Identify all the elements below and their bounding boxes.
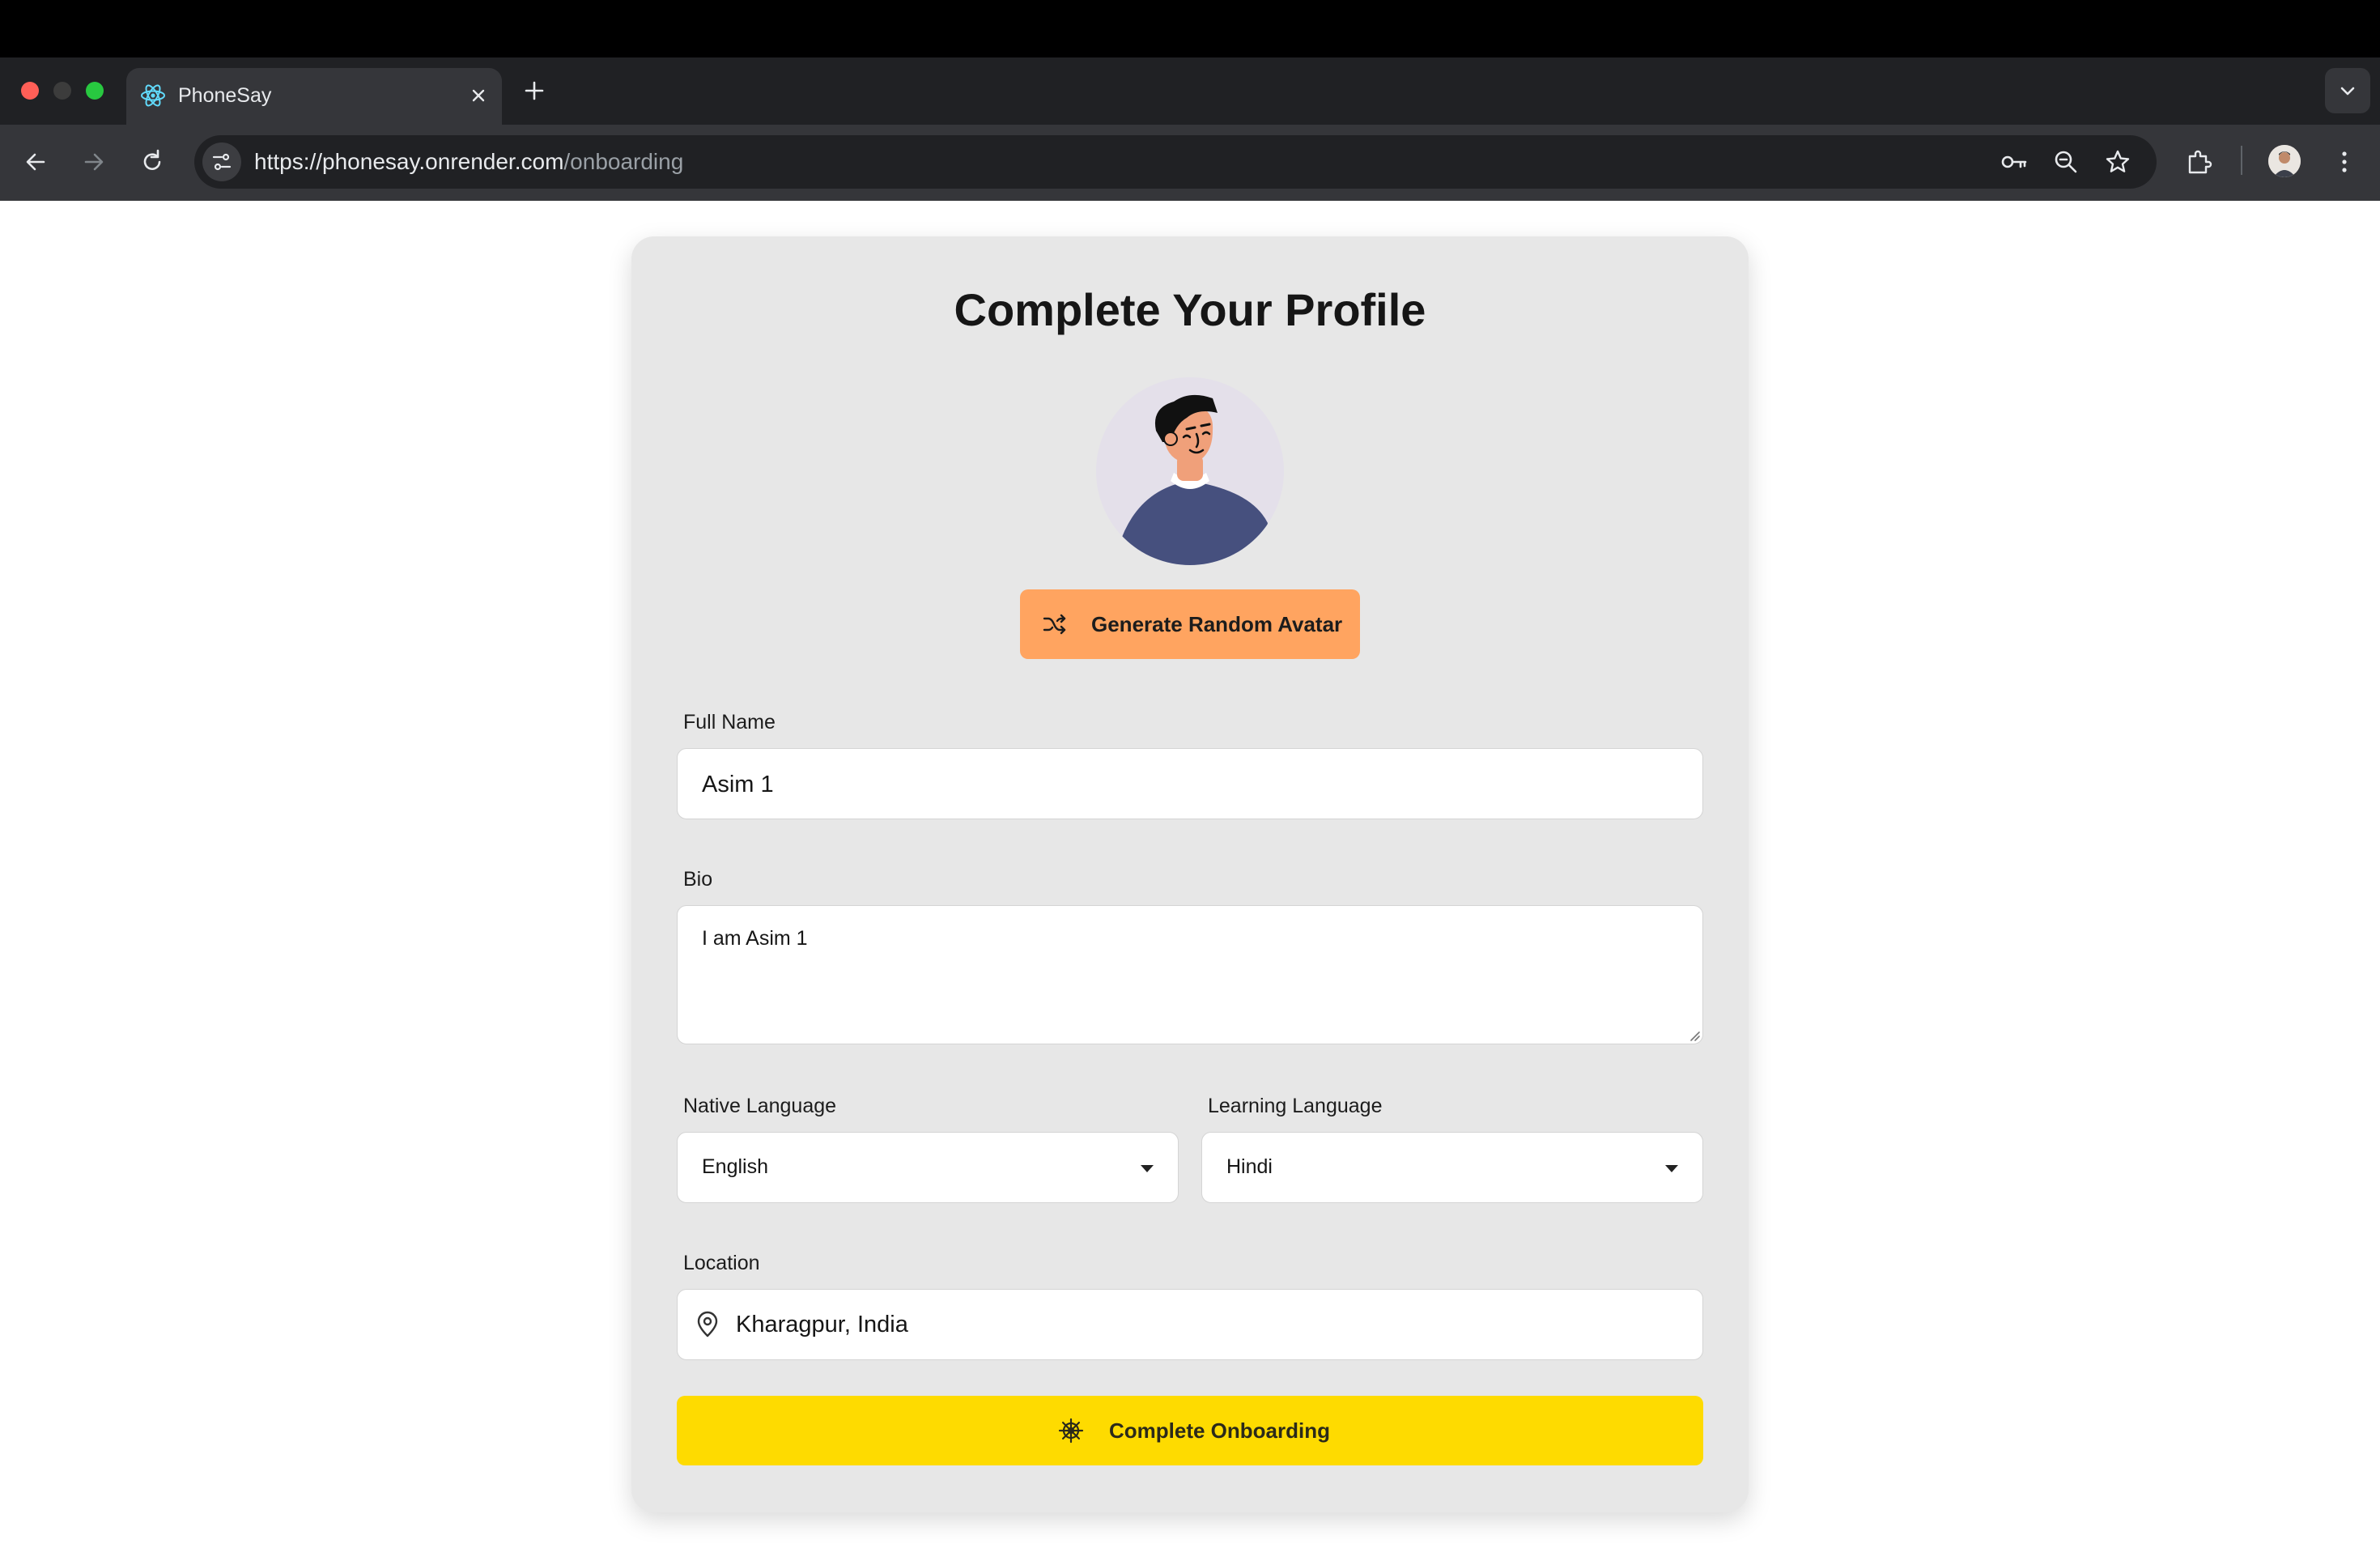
full-name-input[interactable]: Asim 1 <box>677 748 1703 819</box>
tab-title: PhoneSay <box>178 84 272 107</box>
generate-avatar-label: Generate Random Avatar <box>1091 612 1343 636</box>
address-bar[interactable]: https://phonesay.onrender.com/onboarding <box>194 135 2157 189</box>
native-language-label: Native Language <box>683 1095 837 1117</box>
profile-photo-icon <box>2268 145 2301 177</box>
resize-handle-icon[interactable] <box>1688 1029 1701 1042</box>
complete-onboarding-button[interactable]: Complete Onboarding <box>677 1396 1703 1465</box>
onboarding-card: Complete Your Profile Generate Random Av… <box>631 236 1749 1512</box>
map-pin-icon <box>697 1311 718 1337</box>
tab-search-button[interactable] <box>2325 68 2370 113</box>
top-bar <box>0 0 2380 57</box>
extensions-icon[interactable] <box>2182 146 2215 178</box>
menu-icon[interactable] <box>2328 146 2361 178</box>
location-label: Location <box>683 1252 760 1274</box>
learning-language-label: Learning Language <box>1208 1095 1383 1117</box>
learning-language-value: Hindi <box>1226 1155 1273 1178</box>
reload-icon[interactable] <box>136 146 168 178</box>
learning-language-select[interactable]: Hindi <box>1201 1132 1703 1203</box>
maximize-window-button[interactable] <box>86 82 104 100</box>
chevron-down-icon <box>1141 1165 1154 1172</box>
key-icon[interactable] <box>1998 146 2030 178</box>
location-value: Kharagpur, India <box>736 1312 908 1337</box>
shuffle-icon <box>1043 614 1066 635</box>
avatar <box>1096 377 1284 565</box>
forward-icon[interactable] <box>78 146 110 178</box>
chevron-down-icon <box>1665 1165 1678 1172</box>
toolbar-separator <box>2241 146 2242 175</box>
plus-icon[interactable] <box>518 74 550 107</box>
zoom-icon[interactable] <box>2050 146 2082 178</box>
url-host: https://phonesay.onrender.com <box>254 149 564 174</box>
page-title: Complete Your Profile <box>954 284 1426 335</box>
profile-avatar[interactable] <box>2268 145 2301 177</box>
chevron-down-icon <box>2340 87 2355 96</box>
bio-textarea[interactable]: I am Asim 1 <box>677 905 1703 1044</box>
full-name-value: Asim 1 <box>702 772 774 797</box>
bio-label: Bio <box>683 868 713 891</box>
browser-tab[interactable]: PhoneSay <box>126 68 502 125</box>
avatar-illustration <box>1114 394 1268 565</box>
complete-onboarding-label: Complete Onboarding <box>1109 1418 1330 1443</box>
url-path: /onboarding <box>563 149 684 174</box>
native-language-value: English <box>702 1155 768 1178</box>
ship-wheel-icon <box>1058 1418 1084 1444</box>
site-info-button[interactable] <box>202 142 241 181</box>
native-language-select[interactable]: English <box>677 1132 1179 1203</box>
close-icon[interactable] <box>465 82 492 109</box>
back-icon[interactable] <box>19 146 52 178</box>
close-window-button[interactable] <box>21 82 39 100</box>
site-info-icon <box>212 153 232 171</box>
full-name-label: Full Name <box>683 711 776 734</box>
location-input[interactable]: Kharagpur, India <box>677 1289 1703 1360</box>
url-text: https://phonesay.onrender.com/onboarding <box>254 149 683 175</box>
generate-avatar-button[interactable]: Generate Random Avatar <box>1020 589 1360 659</box>
bio-value: I am Asim 1 <box>702 927 808 950</box>
react-favicon-icon <box>141 84 165 107</box>
page-content: Complete Your Profile Generate Random Av… <box>0 201 2380 1548</box>
minimize-window-button[interactable] <box>53 82 71 100</box>
star-icon[interactable] <box>2102 146 2134 178</box>
